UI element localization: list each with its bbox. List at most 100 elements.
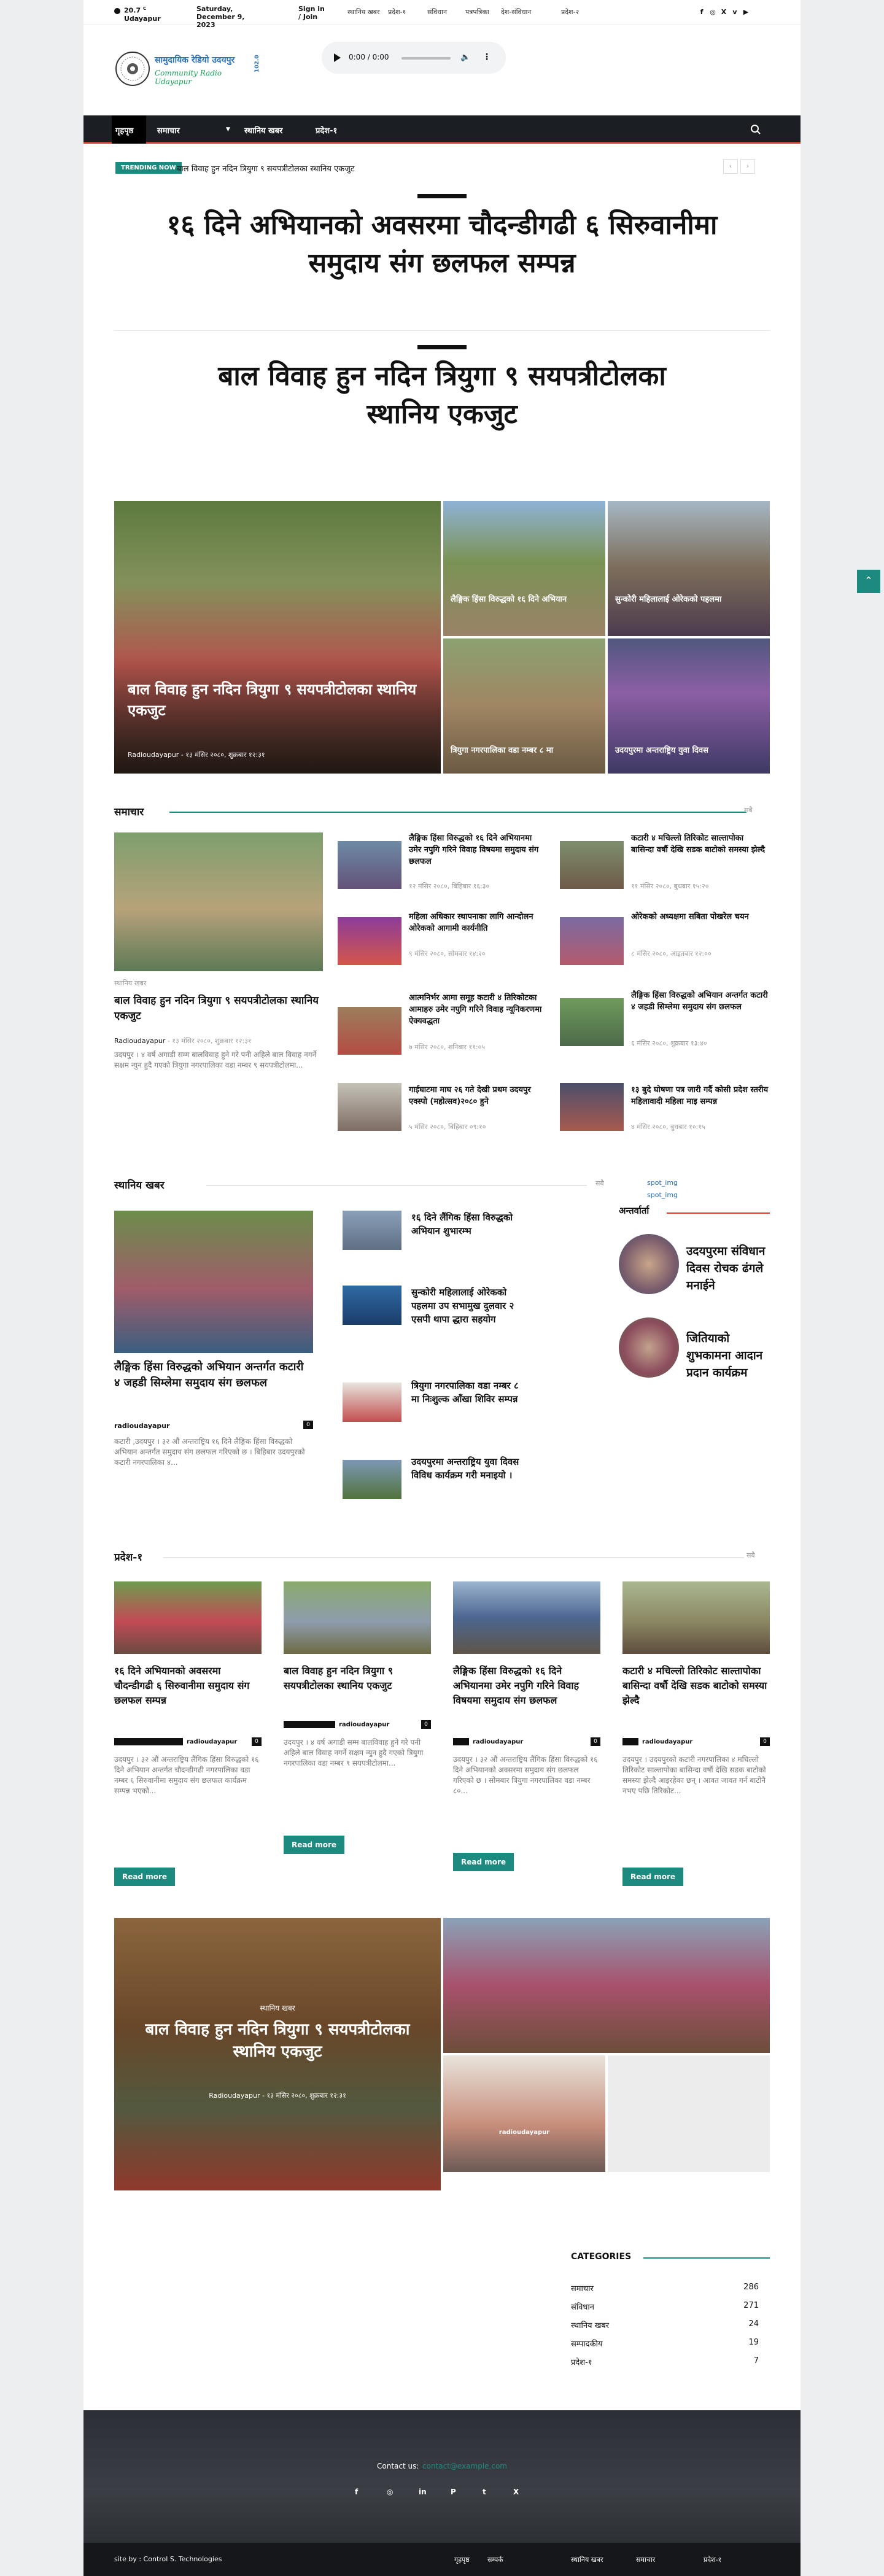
- samachar-thumb[interactable]: [338, 1083, 401, 1131]
- play-icon[interactable]: [334, 53, 341, 62]
- sthaniya-heading[interactable]: स्थानिय खबर: [114, 1177, 206, 1192]
- samachar-thumb[interactable]: [560, 998, 624, 1046]
- pradesh-card-author-3[interactable]: radioudayapur: [473, 1739, 540, 1745]
- trending-prev-button[interactable]: ‹: [723, 159, 738, 174]
- samachar-main-title[interactable]: बाल विवाह हुन नदिन त्रियुगा ९ सयपत्रीटोल…: [114, 993, 323, 1024]
- comment-count[interactable]: 0: [252, 1737, 262, 1746]
- signin-link[interactable]: Sign in / Join: [298, 5, 329, 21]
- hero-1-title[interactable]: १६ दिने अभियानको अवसरमा चौदन्डीगढी ६ सिर…: [83, 206, 801, 282]
- samachar-main-category[interactable]: स्थानिय खबर: [114, 979, 212, 988]
- sthaniya-all-link[interactable]: सबै: [595, 1179, 618, 1188]
- read-more-button[interactable]: Read more: [453, 1853, 514, 1871]
- samachar-thumb[interactable]: [560, 1083, 624, 1131]
- grid-title-2[interactable]: लैङ्गिक हिंसा विरुद्धको १६ दिने अभियान: [451, 593, 598, 604]
- audio-player[interactable]: 0:00 / 0:00 🔈 ⋮: [322, 42, 506, 74]
- read-more-button[interactable]: Read more: [114, 1868, 176, 1886]
- pradesh-all-link[interactable]: सबै: [746, 1551, 769, 1560]
- mosaic-category[interactable]: स्थानिय खबर: [114, 2003, 441, 2013]
- interview-title-2[interactable]: जितियाको शुभकामना आदान प्रदान कार्यक्रम: [686, 1330, 770, 1381]
- pradesh-card-title-4[interactable]: कटारी ४ मचिल्लो तिरिकोट साल्तापोका बासिन…: [622, 1664, 770, 1708]
- trending-text[interactable]: बाल विवाह हुन नदिन त्रियुगा ९ सयपत्रीटोल…: [177, 163, 545, 174]
- scroll-to-top-button[interactable]: ⌃: [857, 570, 880, 593]
- grid-main-author[interactable]: Radioudayapur: [128, 751, 179, 759]
- category-name[interactable]: प्रदेश-१: [571, 2356, 645, 2367]
- pradesh-card-author-1[interactable]: radioudayapur: [187, 1739, 248, 1745]
- samachar-c3-title-4[interactable]: १३ बुदे घोषणा पत्र जारी गर्दै कोसी प्रदे…: [631, 1084, 769, 1108]
- more-options-icon[interactable]: ⋮: [483, 52, 491, 63]
- samachar-main-author[interactable]: Radioudayapur: [114, 1037, 165, 1045]
- category-name[interactable]: सम्पादकीय: [571, 2338, 645, 2349]
- comment-count[interactable]: 0: [591, 1737, 600, 1746]
- tumblr-icon[interactable]: t: [483, 2488, 491, 2496]
- comment-count[interactable]: 0: [760, 1737, 770, 1746]
- youtube-icon[interactable]: ▶: [742, 8, 750, 17]
- grid-image-2[interactable]: लैङ्गिक हिंसा विरुद्धको १६ दिने अभियान: [443, 501, 605, 636]
- sthaniya-main-image[interactable]: [114, 1211, 313, 1353]
- footer-link[interactable]: स्थानिय खबर: [571, 2555, 632, 2564]
- pradesh-card-image[interactable]: [453, 1581, 600, 1654]
- sthaniya-list-title-1[interactable]: १६ दिने लैंगिक हिंसा विरुद्धको अभियान शु…: [411, 1211, 528, 1238]
- sthaniya-list-title-3[interactable]: त्रियुगा नगरपालिका वडा नम्बर ८ मा निःशुल…: [411, 1379, 528, 1406]
- pradesh-card-author-2[interactable]: radioudayapur: [339, 1721, 406, 1728]
- grid-image-4[interactable]: त्रियुगा नगरपालिका वडा नम्बर ८ मा: [443, 638, 605, 774]
- top-link-3[interactable]: संविधान: [427, 8, 464, 16]
- samachar-c2-title-4[interactable]: गाईघाटमा माघ २६ गते देखी प्रथम उदयपुर एक…: [409, 1084, 546, 1108]
- volume-icon[interactable]: 🔈: [460, 53, 470, 63]
- read-more-button[interactable]: Read more: [284, 1836, 345, 1854]
- twitter-x-icon[interactable]: X: [719, 8, 728, 17]
- footer-link[interactable]: समाचार: [636, 2555, 697, 2564]
- pinterest-icon[interactable]: P: [451, 2488, 459, 2496]
- facebook-icon[interactable]: f: [355, 2488, 362, 2496]
- category-name[interactable]: समाचार: [571, 2283, 645, 2294]
- nav-item-local[interactable]: स्थानिय खबर: [244, 125, 312, 136]
- pradesh-card-image[interactable]: [114, 1581, 262, 1654]
- interview-avatar[interactable]: [619, 1234, 679, 1294]
- samachar-c3-title-1[interactable]: कटारी ४ मचिल्लो तिरिकोट साल्तापोका बासिन…: [631, 832, 769, 856]
- mosaic-main-title[interactable]: बाल विवाह हुन नदिन त्रियुगा ९ सयपत्रीटोल…: [136, 2019, 419, 2063]
- pradesh-card-image[interactable]: [622, 1581, 770, 1654]
- sthaniya-list-title-2[interactable]: सुन्कोरी महिलालाई ओरेकको पहलमा उप सभामुख…: [411, 1286, 528, 1326]
- footer-link[interactable]: प्रदेश-१: [704, 2555, 765, 2564]
- instagram-icon[interactable]: ◎: [387, 2488, 395, 2496]
- footer-link[interactable]: गृहपृष्ठ: [454, 2555, 479, 2564]
- samachar-all-link[interactable]: सबै: [744, 805, 769, 815]
- pradesh-card-title-2[interactable]: बाल विवाह हुन नदिन त्रियुगा ९ सयपत्रीटोल…: [284, 1664, 431, 1693]
- category-name[interactable]: स्थानिय खबर: [571, 2319, 645, 2330]
- linkedin-icon[interactable]: in: [419, 2488, 427, 2496]
- samachar-c2-title-3[interactable]: आत्मनिर्भर आमा समूह कटारी ४ तिरिकोटका आम…: [409, 992, 546, 1027]
- grid-title-5[interactable]: उदयपुरमा अन्तराष्ट्रिय युवा दिवस: [615, 744, 762, 755]
- interview-heading[interactable]: अन्तर्वार्ता: [619, 1205, 692, 1217]
- samachar-thumb[interactable]: [338, 1007, 401, 1055]
- grid-title-4[interactable]: त्रियुगा नगरपालिका वडा नम्बर ८ मा: [451, 744, 598, 755]
- pradesh-card-image[interactable]: [284, 1581, 431, 1654]
- nav-item-pradesh[interactable]: प्रदेश-१: [316, 125, 365, 136]
- mosaic-author-2[interactable]: radioudayapur: [443, 2129, 605, 2136]
- sthaniya-list-title-4[interactable]: उदयपुरमा अन्तराष्ट्रिय युवा दिवस विविध क…: [411, 1455, 528, 1482]
- top-link-6[interactable]: प्रदेश-२: [561, 8, 598, 16]
- pradesh-card-title-1[interactable]: १६ दिने अभियानको अवसरमा चौदन्डीगढी ६ सिर…: [114, 1664, 262, 1708]
- comment-count[interactable]: 0: [303, 1421, 313, 1429]
- twitter-x-icon[interactable]: X: [513, 2488, 522, 2496]
- samachar-c3-title-2[interactable]: ओरेकको अध्यक्षमा सबिता पोखरेल चयन: [631, 911, 769, 923]
- footer-link[interactable]: सम्पर्क: [487, 2555, 561, 2564]
- pradesh-card-title-3[interactable]: लैङ्गिक हिंसा विरुद्धको १६ दिने अभियानमा…: [453, 1664, 600, 1708]
- pradesh-card-author-4[interactable]: radioudayapur: [642, 1739, 710, 1745]
- vimeo-icon[interactable]: v: [731, 8, 739, 17]
- interview-title-1[interactable]: उदयपुरमा संविधान दिवस रोचक ढंगले मनाईने: [686, 1243, 770, 1294]
- grid-main-image[interactable]: बाल विवाह हुन नदिन त्रियुगा ९ सयपत्रीटोल…: [114, 501, 441, 774]
- mosaic-image-3[interactable]: radioudayapur: [443, 2055, 605, 2172]
- comment-count[interactable]: 0: [421, 1720, 431, 1729]
- mosaic-image-2[interactable]: [443, 1918, 770, 2053]
- grid-title-3[interactable]: सुन्कोरी महिलालाई ओरेकको पहलमा: [615, 593, 762, 604]
- samachar-main-image[interactable]: [114, 832, 323, 971]
- trending-next-button[interactable]: ›: [740, 159, 755, 174]
- samachar-thumb[interactable]: [338, 917, 401, 965]
- samachar-c2-title-1[interactable]: लैङ्गिक हिंसा विरुद्धको १६ दिने अभियानमा…: [409, 832, 546, 867]
- top-link-2[interactable]: प्रदेश-१: [388, 8, 425, 16]
- read-more-button[interactable]: Read more: [622, 1868, 684, 1886]
- samachar-thumb[interactable]: [338, 841, 401, 889]
- search-icon[interactable]: [750, 124, 761, 135]
- category-name[interactable]: संविधान: [571, 2301, 645, 2312]
- instagram-icon[interactable]: ◎: [708, 8, 717, 17]
- sthaniya-main-title[interactable]: लैङ्गिक हिंसा विरुद्धको अभियान अन्तर्गत …: [114, 1359, 313, 1391]
